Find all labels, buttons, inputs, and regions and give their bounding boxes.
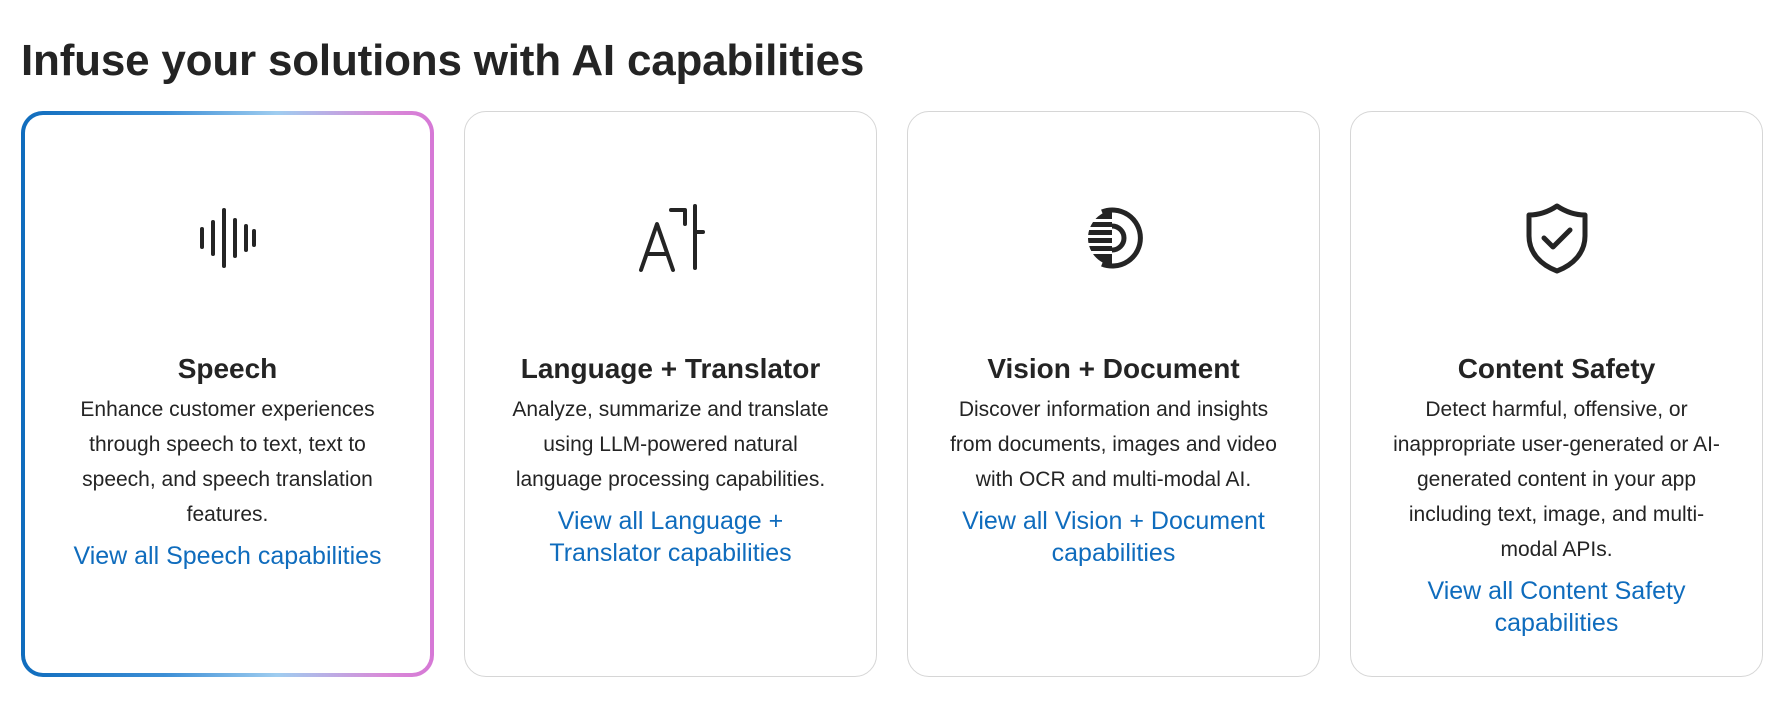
language-translator-icon — [633, 200, 709, 276]
card-title: Vision + Document — [987, 353, 1240, 384]
card-title: Content Safety — [1457, 353, 1656, 384]
view-vision-document-capabilities-link[interactable]: View all Vision + Document capabilities — [944, 505, 1284, 569]
card-description: Detect harmful, offensive, or inappropri… — [1393, 398, 1720, 561]
view-content-safety-capabilities-link[interactable]: View all Content Safety capabilities — [1387, 575, 1727, 639]
page-title: Infuse your solutions with AI capabiliti… — [21, 36, 865, 85]
card-description: Enhance customer experiences through spe… — [80, 398, 375, 526]
view-language-translator-capabilities-link[interactable]: View all Language + Translator capabilit… — [501, 505, 841, 569]
view-speech-capabilities-link[interactable]: View all Speech capabilities — [58, 540, 398, 572]
card-speech[interactable]: Speech Enhance customer experiences thro… — [21, 111, 434, 677]
capability-cards: Speech Enhance customer experiences thro… — [21, 111, 1763, 677]
card-description: Discover information and insights from d… — [950, 398, 1277, 491]
card-language-translator[interactable]: Language + Translator Analyze, summarize… — [464, 111, 877, 677]
card-description: Analyze, summarize and translate using L… — [512, 398, 829, 491]
card-title: Language + Translator — [520, 353, 821, 384]
vision-eye-icon — [1076, 200, 1152, 276]
card-content-safety[interactable]: Content Safety Detect harmful, offensive… — [1350, 111, 1763, 677]
card-title: Speech — [177, 353, 278, 384]
card-vision-document[interactable]: Vision + Document Discover information a… — [907, 111, 1320, 677]
shield-check-icon — [1519, 200, 1595, 276]
speech-waveform-icon — [190, 200, 266, 276]
